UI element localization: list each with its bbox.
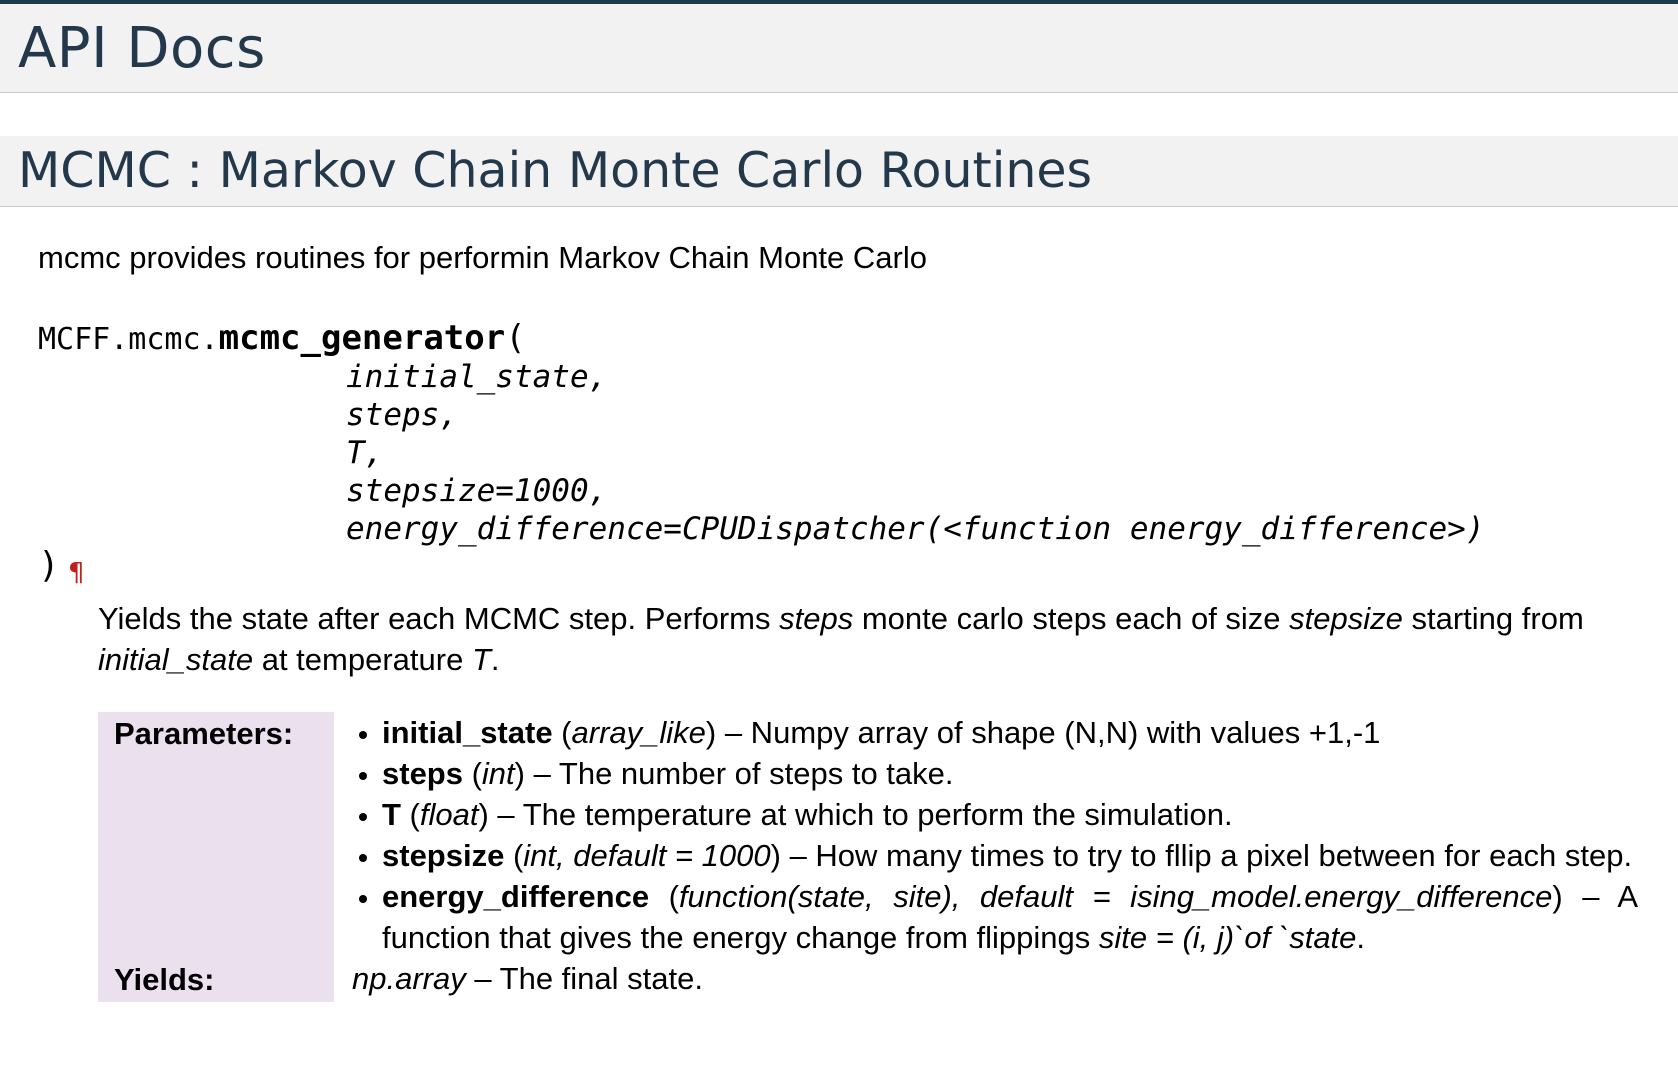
param-name: energy_difference (382, 879, 650, 914)
module-prefix: MCFF.mcmc. (38, 322, 219, 357)
param-type: int, default = 1000 (523, 838, 771, 873)
param-type: function(state, site), default = ising_m… (678, 879, 1553, 914)
sig-param: T, (346, 435, 384, 471)
param-desc-em: site = (i, j)`of `state (1098, 920, 1357, 955)
param-desc: – How many times to try to fllip a pixel… (780, 838, 1633, 873)
sig-param: steps, (346, 397, 458, 433)
yields-label: Yields: (98, 958, 334, 1002)
desc-em: initial_state (98, 642, 254, 677)
page-header: API Docs (0, 4, 1678, 93)
yields-desc: – The final state. (465, 961, 703, 996)
sig-param: stepsize=1000, (346, 473, 608, 509)
function-signature: MCFF.mcmc.mcmc_generator( (38, 318, 526, 358)
yields-type: np.array (352, 961, 466, 996)
function-description: Yields the state after each MCMC step. P… (98, 598, 1638, 680)
open-paren: ( (505, 318, 526, 358)
desc-em: T (471, 642, 491, 677)
param-desc: . (1356, 920, 1366, 955)
function-name: mcmc_generator (218, 318, 506, 358)
param-name: T (382, 797, 401, 832)
param-name: initial_state (382, 715, 553, 750)
module-intro: mcmc provides routines for performin Mar… (38, 240, 927, 275)
desc-text: . (490, 642, 500, 677)
section-header: MCMC : Markov Chain Monte Carlo Routines (0, 136, 1678, 207)
permalink-icon[interactable]: ¶ (68, 558, 85, 588)
desc-text: starting from (1402, 601, 1584, 636)
param-item: initial_state (array_like) – Numpy array… (382, 712, 1638, 753)
desc-em: stepsize (1289, 601, 1403, 636)
param-item: stepsize (int, default = 1000) – How man… (382, 835, 1638, 876)
desc-text: at temperature (253, 642, 472, 677)
close-paren: ) (38, 545, 60, 586)
param-item: T (float) – The temperature at which to … (382, 794, 1638, 835)
param-item: steps (int) – The number of steps to tak… (382, 753, 1638, 794)
sig-param: energy_difference=CPUDispatcher(<functio… (346, 511, 1485, 547)
param-desc: – The number of steps to take. (525, 756, 954, 791)
param-type: array_like (571, 715, 706, 750)
param-name: stepsize (382, 838, 505, 873)
param-name: steps (382, 756, 463, 791)
param-type: float (419, 797, 479, 832)
param-type: int (481, 756, 515, 791)
desc-text: Yields the state after each MCMC step. P… (98, 601, 780, 636)
param-desc: – The temperature at which to perform th… (488, 797, 1233, 832)
desc-text: monte carlo steps each of size (853, 601, 1290, 636)
parameters-label: Parameters: (98, 712, 334, 958)
page-title: API Docs (18, 16, 266, 81)
yields-body: np.array – The final state. (334, 958, 1638, 1002)
param-item: energy_difference (function(state, site)… (382, 876, 1638, 958)
field-list: Parameters: initial_state (array_like) –… (98, 712, 1638, 1002)
desc-em: steps (779, 601, 854, 636)
signature-params: initial_state, steps, T, stepsize=1000, … (346, 358, 1484, 548)
section-title: MCMC : Markov Chain Monte Carlo Routines (18, 142, 1093, 199)
param-desc: – Numpy array of shape (N,N) with values… (716, 715, 1381, 750)
sig-param: initial_state, (346, 359, 608, 395)
parameters-body: initial_state (array_like) – Numpy array… (334, 712, 1638, 958)
